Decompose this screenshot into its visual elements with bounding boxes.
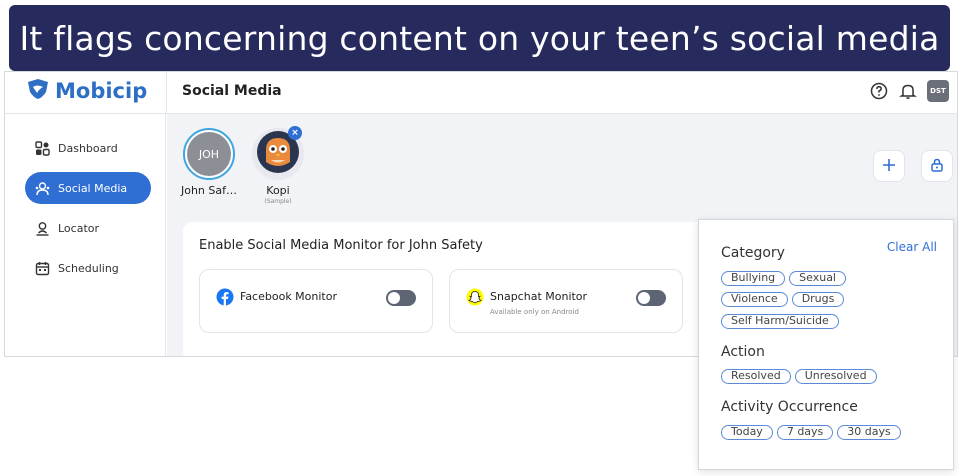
action-title: Action [721,344,765,360]
lock-icon [930,157,944,176]
monitor-availability-note: Available only on Android [490,308,579,316]
snapchat-monitor: Snapchat Monitor Available only on Andro… [449,269,683,333]
category-chip-row: Violence Drugs [721,292,845,307]
action-chip-row: Resolved Unresolved [721,369,877,384]
child-profile-john[interactable]: JOH John Saf… [179,128,239,197]
monitor-label: Facebook Monitor [240,290,337,303]
social-monitor-card: Enable Social Media Monitor for John Saf… [183,222,783,356]
lock-button[interactable] [921,150,953,182]
calendar-icon [35,261,50,276]
filter-popup: Category Clear All Bullying Sexual Viole… [698,219,954,470]
card-title: Enable Social Media Monitor for John Saf… [199,238,483,253]
top-icons: DST [869,80,949,102]
chip-violence[interactable]: Violence [721,292,788,307]
logo-text: Mobicip [55,79,148,103]
chip-sexual[interactable]: Sexual [789,271,846,286]
dashboard-icon [35,140,50,156]
logo-mark-icon [25,76,51,106]
page-title: Social Media [182,83,282,99]
locator-icon [35,221,50,236]
child-avatar: JOH [183,128,235,180]
chip-drugs[interactable]: Drugs [791,292,845,307]
chip-resolved[interactable]: Resolved [721,369,791,384]
chip-today[interactable]: Today [721,425,773,440]
chip-self-harm-suicide[interactable]: Self Harm/Suicide [721,314,839,329]
remove-child-icon[interactable]: × [288,126,302,140]
snapchat-monitor-toggle[interactable] [636,290,666,306]
sidebar: Dashboard Social Media Locator Schedulin… [5,114,166,356]
caption-banner: It flags concerning content on your teen… [9,5,950,71]
chip-30-days[interactable]: 30 days [837,425,901,440]
facebook-monitor-toggle[interactable] [386,290,416,306]
add-child-button[interactable] [873,150,905,182]
sidebar-item-locator[interactable]: Locator [25,212,151,244]
child-sample-label: (Sample) [264,198,292,205]
sidebar-item-label: Scheduling [58,261,119,275]
screenshot-root: It flags concerning content on your teen… [0,0,959,476]
bell-icon[interactable] [898,81,918,101]
child-profile-kopi[interactable]: × Kopi (Sample) [248,126,308,205]
child-name: Kopi [266,184,290,197]
user-avatar[interactable]: DST [927,80,949,102]
child-avatar: × [252,126,304,180]
chip-bullying[interactable]: Bullying [721,271,786,286]
child-avatar-initials: JOH [187,132,231,176]
category-chip-row: Bullying Sexual [721,271,846,286]
facebook-icon [216,288,234,306]
sidebar-item-social-media[interactable]: Social Media [25,172,151,204]
clear-all-link[interactable]: Clear All [887,240,937,254]
topbar-divider [166,72,167,114]
logo[interactable]: Mobicip [25,76,147,106]
sidebar-item-label: Dashboard [58,141,118,155]
child-name: John Saf… [180,184,237,197]
sidebar-item-label: Locator [58,221,100,235]
chip-unresolved[interactable]: Unresolved [794,369,877,384]
occurrence-chip-row: Today 7 days 30 days [721,425,901,440]
facebook-monitor: Facebook Monitor [199,269,433,333]
plus-icon [882,157,896,176]
category-chip-row: Self Harm/Suicide [721,314,839,329]
sidebar-item-dashboard[interactable]: Dashboard [25,132,151,164]
category-title: Category [721,245,785,261]
help-icon[interactable] [869,81,889,101]
snapchat-icon [466,288,484,306]
monitor-label: Snapchat Monitor [490,290,588,303]
toggle-knob [388,292,400,304]
caption-text: It flags concerning content on your teen… [19,18,940,58]
social-media-icon [35,181,50,196]
sidebar-item-scheduling[interactable]: Scheduling [25,252,151,284]
toggle-knob [638,292,650,304]
sidebar-item-label: Social Media [58,181,128,195]
occurrence-title: Activity Occurrence [721,399,858,415]
top-bar: Mobicip Social Media DST [5,72,957,114]
chip-7-days[interactable]: 7 days [776,425,834,440]
